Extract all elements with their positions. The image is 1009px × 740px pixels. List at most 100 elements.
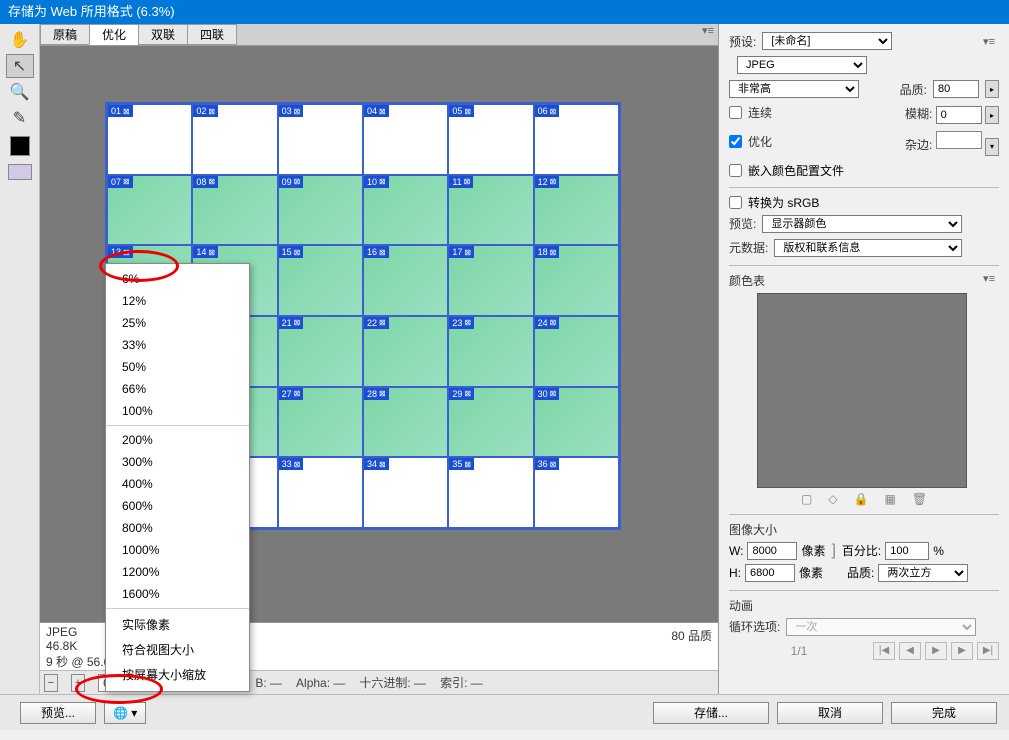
quality-preset-select[interactable]: 非常高 (729, 80, 859, 98)
slice-1[interactable]: 01 ⊠ (107, 104, 192, 175)
save-button[interactable]: 存储... (653, 702, 769, 724)
zoom-option[interactable]: 按屏幕大小缩放 (106, 662, 249, 687)
panel-menu-icon[interactable]: ▾≡ (979, 35, 999, 48)
zoom-option[interactable]: 25% (106, 312, 249, 334)
slice-4[interactable]: 04 ⊠ (363, 104, 448, 175)
zoom-option[interactable]: 66% (106, 378, 249, 400)
zoom-option[interactable]: 符合视图大小 (106, 637, 249, 662)
link-icon[interactable]: ] (831, 542, 835, 560)
percent-input[interactable] (885, 542, 929, 560)
prev-frame-icon[interactable]: ◀ (899, 642, 921, 660)
slice-8[interactable]: 08 ⊠ (192, 175, 277, 246)
slice-5[interactable]: 05 ⊠ (448, 104, 533, 175)
first-frame-icon[interactable]: |◀ (873, 642, 895, 660)
cancel-button[interactable]: 取消 (777, 702, 883, 724)
slice-30[interactable]: 30 ⊠ (534, 387, 619, 458)
width-input[interactable] (747, 542, 797, 560)
zoom-option[interactable]: 12% (106, 290, 249, 312)
slice-10[interactable]: 10 ⊠ (363, 175, 448, 246)
zoom-plus[interactable]: + (71, 674, 85, 692)
resample-select[interactable]: 两次立方 (878, 564, 968, 582)
embed-profile-check[interactable]: 嵌入颜色配置文件 (729, 162, 999, 179)
next-frame-icon[interactable]: ▶ (951, 642, 973, 660)
colortable-menu-icon[interactable]: ▾≡ (979, 272, 999, 285)
zoom-option[interactable]: 6% (106, 268, 249, 290)
zoom-option[interactable]: 600% (106, 495, 249, 517)
slice-28[interactable]: 28 ⊠ (363, 387, 448, 458)
height-input[interactable] (745, 564, 795, 582)
zoom-option[interactable]: 实际像素 (106, 612, 249, 637)
ct-icon1[interactable]: ▢ (801, 492, 812, 506)
srgb-check[interactable]: 转换为 sRGB (729, 194, 999, 211)
slice-35[interactable]: 35 ⊠ (448, 457, 533, 528)
progressive-check[interactable]: 连续 (729, 104, 772, 121)
zoom-option[interactable]: 200% (106, 429, 249, 451)
format-select[interactable]: JPEG (737, 56, 867, 74)
blur-input[interactable] (936, 106, 982, 124)
slice-17[interactable]: 17 ⊠ (448, 245, 533, 316)
slice-12[interactable]: 12 ⊠ (534, 175, 619, 246)
color-swatch[interactable] (10, 136, 30, 156)
slice-21[interactable]: 21 ⊠ (278, 316, 363, 387)
zoom-option[interactable]: 1600% (106, 583, 249, 605)
eyedropper-tool-icon[interactable]: ✎ (6, 106, 34, 130)
tab-2up[interactable]: 双联 (138, 24, 188, 45)
slice-16[interactable]: 16 ⊠ (363, 245, 448, 316)
zoom-option[interactable]: 1200% (106, 561, 249, 583)
zoom-option[interactable]: 300% (106, 451, 249, 473)
slice-2[interactable]: 02 ⊠ (192, 104, 277, 175)
zoom-option[interactable]: 100% (106, 400, 249, 422)
zoom-option[interactable]: 33% (106, 334, 249, 356)
play-icon[interactable]: ▶ (925, 642, 947, 660)
slice-visibility-icon[interactable] (8, 164, 32, 180)
ct-icon2[interactable]: ◇ (828, 492, 837, 506)
canvas-menu-icon[interactable]: ▾≡ (698, 24, 718, 45)
zoom-option[interactable]: 1000% (106, 539, 249, 561)
slice-29[interactable]: 29 ⊠ (448, 387, 533, 458)
zoom-option[interactable]: 400% (106, 473, 249, 495)
preview-label: 预览: (729, 215, 756, 232)
status-hex: 十六进制: — (359, 674, 426, 691)
slice-27[interactable]: 27 ⊠ (278, 387, 363, 458)
matte-dropdown[interactable]: ▾ (985, 138, 999, 156)
slice-11[interactable]: 11 ⊠ (448, 175, 533, 246)
arrow-tool-icon[interactable]: ↖ (6, 54, 34, 78)
slice-9[interactable]: 09 ⊠ (278, 175, 363, 246)
slice-7[interactable]: 07 ⊠ (107, 175, 192, 246)
preset-select[interactable]: [未命名] (762, 32, 892, 50)
slice-36[interactable]: 36 ⊠ (534, 457, 619, 528)
slice-24[interactable]: 24 ⊠ (534, 316, 619, 387)
slice-6[interactable]: 06 ⊠ (534, 104, 619, 175)
slice-23[interactable]: 23 ⊠ (448, 316, 533, 387)
ct-icon5[interactable]: 🗑 (912, 492, 927, 506)
preview-button[interactable]: 预览... (20, 702, 96, 724)
quality-input[interactable] (933, 80, 979, 98)
metadata-select[interactable]: 版权和联系信息 (774, 239, 962, 257)
blur-stepper[interactable]: ▸ (985, 106, 999, 124)
slice-34[interactable]: 34 ⊠ (363, 457, 448, 528)
tab-4up[interactable]: 四联 (187, 24, 237, 45)
slice-18[interactable]: 18 ⊠ (534, 245, 619, 316)
zoom-tool-icon[interactable]: 🔍 (6, 80, 34, 104)
loop-select[interactable]: 一次 (786, 618, 976, 636)
slice-22[interactable]: 22 ⊠ (363, 316, 448, 387)
slice-3[interactable]: 03 ⊠ (278, 104, 363, 175)
slice-15[interactable]: 15 ⊠ (278, 245, 363, 316)
ct-icon4[interactable]: ▦ (884, 492, 895, 506)
done-button[interactable]: 完成 (891, 702, 997, 724)
quality-stepper[interactable]: ▸ (985, 80, 999, 98)
browser-preview-icon[interactable]: 🌐 ▾ (104, 702, 146, 724)
zoom-option[interactable]: 800% (106, 517, 249, 539)
tab-original[interactable]: 原稿 (40, 24, 90, 45)
preview-select[interactable]: 显示器颜色 (762, 215, 962, 233)
hand-tool-icon[interactable]: ✋ (6, 28, 34, 52)
zoom-option[interactable]: 50% (106, 356, 249, 378)
quality-info: 80 品质 (671, 625, 712, 644)
ct-icon3[interactable]: 🔒 (854, 492, 869, 506)
last-frame-icon[interactable]: ▶| (977, 642, 999, 660)
zoom-minus[interactable]: − (44, 674, 58, 692)
optimize-check[interactable]: 优化 (729, 133, 772, 150)
slice-33[interactable]: 33 ⊠ (278, 457, 363, 528)
matte-swatch[interactable] (936, 131, 982, 149)
tab-optimized[interactable]: 优化 (89, 24, 139, 45)
